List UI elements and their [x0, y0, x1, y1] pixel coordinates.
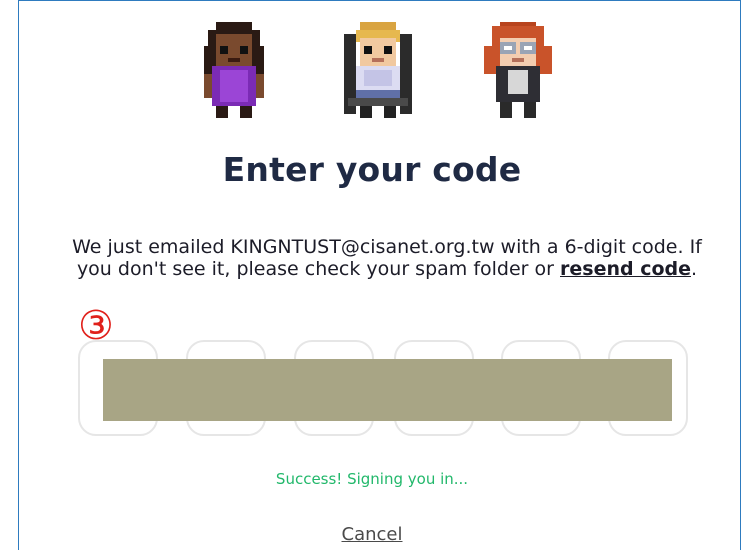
- page-title: Enter your code: [222, 150, 522, 189]
- instructions-text: We just emailed KINGNTUST@cisanet.org.tw…: [72, 236, 702, 280]
- pixel-avatar-purple-dress-icon: [196, 22, 272, 118]
- status-message: Success! Signing you in...: [275, 470, 469, 488]
- pixel-avatar-redhead-glasses-icon: [480, 22, 556, 118]
- instructions-period: .: [691, 258, 698, 280]
- pixel-avatar-wheelchair-icon: [340, 22, 416, 118]
- redaction-overlay: [103, 359, 672, 421]
- avatar-row: [0, 22, 744, 122]
- cancel-link[interactable]: Cancel: [0, 524, 744, 545]
- resend-code-link[interactable]: resend code: [560, 258, 691, 280]
